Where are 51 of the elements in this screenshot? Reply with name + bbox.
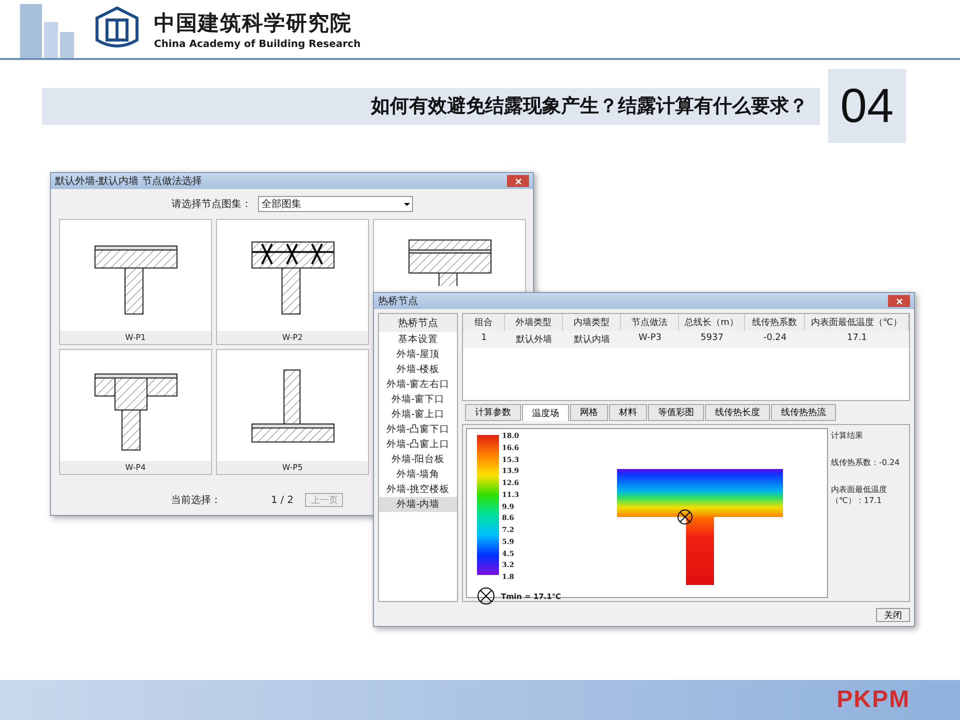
tab[interactable]: 线传热长度 bbox=[705, 404, 770, 421]
table-cell: 默认内墙 bbox=[563, 331, 621, 348]
tab[interactable]: 材料 bbox=[609, 404, 647, 421]
table-cell: 17.1 bbox=[805, 331, 909, 348]
column-header: 节点做法 bbox=[621, 314, 679, 331]
table-cell: 1 bbox=[463, 331, 505, 348]
tab[interactable]: 计算参数 bbox=[465, 404, 521, 421]
close-button[interactable] bbox=[888, 295, 910, 307]
node-list-item[interactable]: 外墙-内墙 bbox=[379, 497, 457, 512]
column-header: 内墙类型 bbox=[563, 314, 621, 331]
coefficient-result: 线传热系数：-0.24 bbox=[830, 457, 901, 468]
close-icon bbox=[896, 298, 902, 304]
atlas-dropdown[interactable]: 全部图集 bbox=[258, 196, 412, 212]
node-tile[interactable]: W-P4 bbox=[59, 349, 212, 475]
tile-label: W-P4 bbox=[60, 461, 211, 474]
table-cell: -0.24 bbox=[745, 331, 805, 348]
crossed-circle-icon bbox=[477, 587, 495, 605]
atlas-label: 请选择节点图集： bbox=[172, 198, 252, 211]
section-number: 04 bbox=[828, 69, 906, 143]
window-title: 热桥节点 bbox=[378, 294, 418, 308]
tab[interactable]: 温度场 bbox=[522, 404, 569, 421]
org-name-english: China Academy of Building Research bbox=[154, 38, 361, 50]
column-header: 组合 bbox=[463, 314, 505, 331]
tab[interactable]: 网格 bbox=[570, 404, 608, 421]
list-header: 热桥节点 bbox=[379, 314, 457, 332]
table-cell: 默认外墙 bbox=[505, 331, 563, 348]
tab[interactable]: 等值彩图 bbox=[648, 404, 704, 421]
tile-label: W-P5 bbox=[217, 461, 368, 474]
brand-logo: PKPM bbox=[836, 686, 910, 714]
min-temperature-result: 内表面最低温度（℃）：17.1 bbox=[830, 484, 888, 506]
node-tile[interactable]: W-P2 bbox=[216, 219, 369, 345]
close-icon bbox=[514, 178, 522, 184]
tile-label: W-P1 bbox=[60, 331, 211, 344]
column-header: 内表面最低温度（℃） bbox=[805, 314, 909, 331]
node-tile[interactable]: W-P5 bbox=[216, 349, 369, 475]
current-selection-label: 当前选择： bbox=[171, 494, 221, 507]
page-indicator: 1 / 2 bbox=[271, 494, 294, 506]
slide-title: 如何有效避免结露现象产生？结露计算有什么要求？ bbox=[42, 88, 820, 124]
node-tile[interactable]: W-P1 bbox=[59, 219, 212, 345]
window-title: 默认外墙-默认内墙 节点做法选择 bbox=[55, 174, 202, 188]
table-cell: 5937 bbox=[679, 331, 745, 348]
column-header: 外墙类型 bbox=[505, 314, 563, 331]
org-name: 中国建筑科学研究院 bbox=[154, 10, 353, 36]
tab[interactable]: 线传热热流 bbox=[771, 404, 836, 421]
close-button[interactable] bbox=[507, 175, 529, 187]
table-cell: W-P3 bbox=[621, 331, 679, 348]
close-button[interactable]: 关闭 bbox=[876, 608, 910, 622]
results-title: 计算结果 bbox=[830, 430, 864, 441]
column-header: 总线长（m） bbox=[679, 314, 745, 331]
tile-label: W-P2 bbox=[217, 331, 368, 344]
column-header: 线传热系数 bbox=[745, 314, 805, 331]
